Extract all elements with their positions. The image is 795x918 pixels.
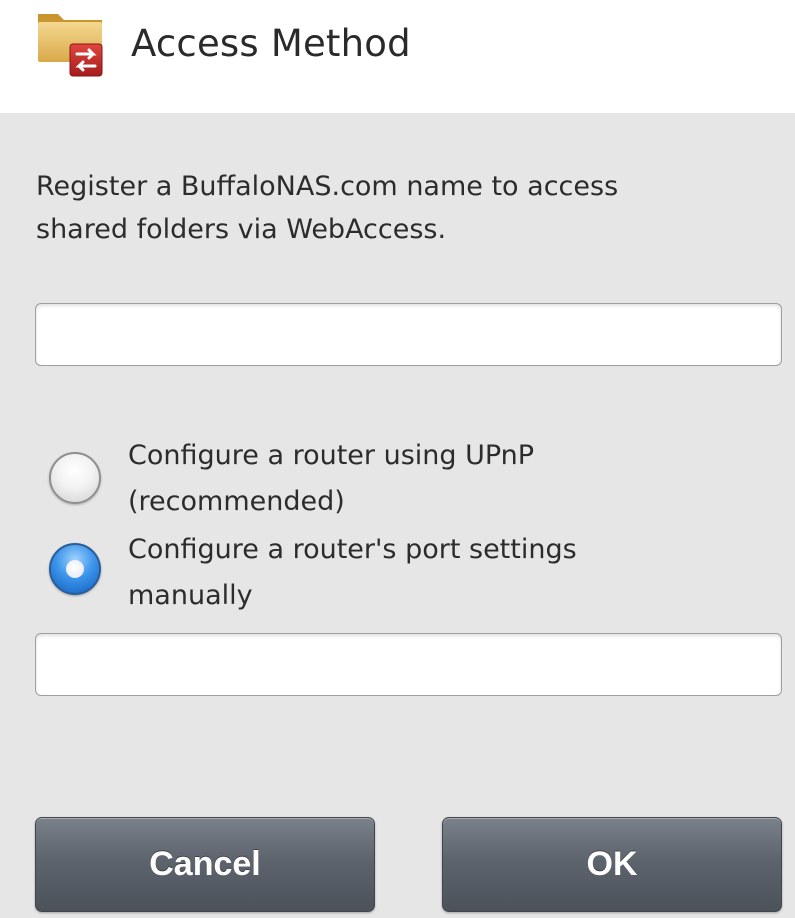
dialog-body: Register a BuffaloNAS.com name to access… bbox=[0, 113, 795, 918]
description-line: shared folders via WebAccess. bbox=[36, 214, 447, 245]
radio-option-upnp[interactable]: Configure a router using UPnP (recommend… bbox=[0, 431, 795, 523]
radio-label-line: (recommended) bbox=[128, 486, 345, 517]
dialog-header: Access Method bbox=[0, 0, 795, 113]
port-settings-input[interactable] bbox=[35, 633, 782, 696]
access-method-dialog: Access Method Register a BuffaloNAS.com … bbox=[0, 0, 795, 918]
radio-label-upnp[interactable]: Configure a router using UPnP (recommend… bbox=[128, 433, 768, 525]
buffalonas-name-input[interactable] bbox=[35, 303, 782, 366]
ok-button[interactable]: OK bbox=[442, 817, 782, 912]
radio-button-manual[interactable] bbox=[49, 543, 101, 595]
description-line: Register a BuffaloNAS.com name to access bbox=[36, 171, 619, 202]
radio-label-line: Configure a router using UPnP bbox=[128, 440, 535, 471]
cancel-button[interactable]: Cancel bbox=[35, 817, 375, 912]
radio-label-line: Configure a router's port settings bbox=[128, 534, 577, 565]
radio-label-manual[interactable]: Configure a router's port settings manua… bbox=[128, 527, 768, 619]
radio-option-manual[interactable]: Configure a router's port settings manua… bbox=[0, 525, 795, 617]
radio-label-line: manually bbox=[128, 580, 253, 611]
dialog-title: Access Method bbox=[131, 22, 411, 65]
radio-selected-dot bbox=[66, 560, 84, 578]
folder-transfer-icon bbox=[36, 8, 114, 80]
description-text: Register a BuffaloNAS.com name to access… bbox=[36, 165, 756, 251]
radio-button-upnp[interactable] bbox=[49, 452, 101, 504]
